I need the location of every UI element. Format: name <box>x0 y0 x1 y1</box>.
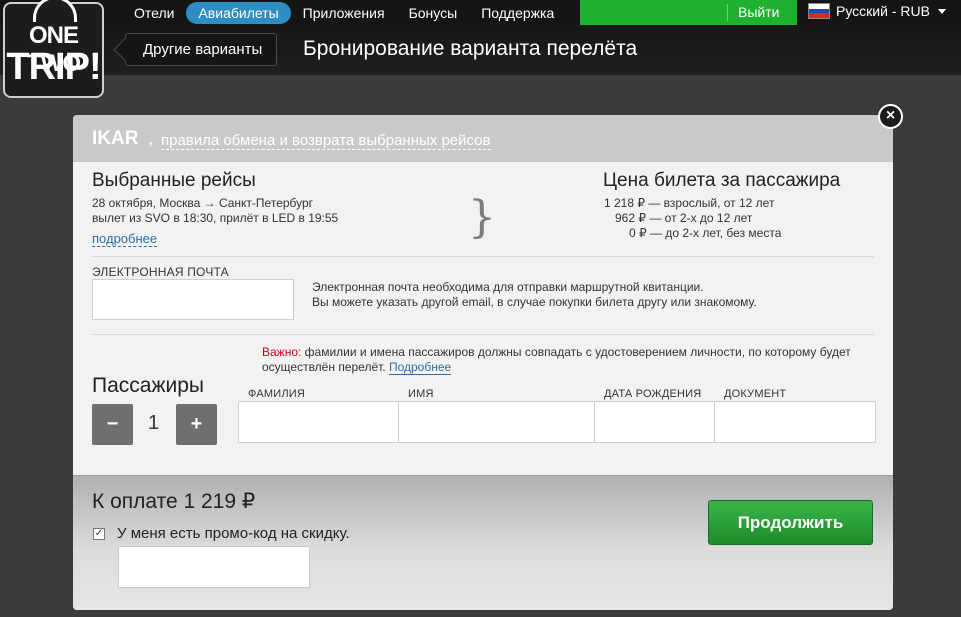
login-area: Выйти <box>580 0 797 25</box>
passengers-title: Пассажиры <box>92 374 205 397</box>
booking-modal: IKAR , правила обмена и возврата выбранн… <box>73 115 893 610</box>
logo-text-bottom: TRIP! <box>6 46 101 88</box>
email-field[interactable] <box>92 279 294 320</box>
column-surname: ФАМИЛИЯ <box>248 388 305 400</box>
passenger-count: 1 <box>148 412 160 434</box>
nav-hotels[interactable]: Отели <box>122 2 186 24</box>
column-document: ДОКУМЕНТ <box>724 388 787 400</box>
brace-icon: } <box>468 192 496 243</box>
promo-code-input[interactable] <box>118 546 310 588</box>
russia-flag-icon <box>808 3 830 19</box>
page-header: Другие варианты Бронирование варианта пе… <box>0 25 961 75</box>
first-name-field[interactable] <box>398 401 595 443</box>
main-nav: Отели Авиабилеты Приложения Бонусы Подде… <box>122 0 566 25</box>
flight-times: вылет из SVO в 18:30, прилёт в LED в 19:… <box>92 211 339 225</box>
column-name: ИМЯ <box>408 388 434 400</box>
decrease-passengers-button[interactable]: − <box>92 404 133 445</box>
chevron-down-icon <box>937 8 946 14</box>
email-note-line1: Электронная почта необходима для отправк… <box>312 280 704 294</box>
language-label: Русский - RUB <box>836 3 930 19</box>
nav-flights[interactable]: Авиабилеты <box>186 1 291 24</box>
logout-link[interactable]: Выйти <box>738 4 779 20</box>
nav-bonuses[interactable]: Бонусы <box>397 2 470 24</box>
page-title: Бронирование варианта перелёта <box>303 37 638 60</box>
flight-details-link[interactable]: подробнее <box>92 231 158 247</box>
carrier-name: IKAR <box>92 128 139 149</box>
divider <box>92 334 874 335</box>
language-selector[interactable]: Русский - RUB <box>808 3 946 19</box>
birthdate-field[interactable] <box>594 401 715 443</box>
payment-footer: К оплате 1 219 ₽ ✓ У меня есть промо-код… <box>73 475 893 610</box>
total-amount: К оплате 1 219 ₽ <box>92 490 256 513</box>
exchange-rules-link[interactable]: правила обмена и возврата выбранных рейс… <box>161 132 491 150</box>
logo-arc-icon <box>33 0 77 22</box>
email-note-line2: Вы можете указать другой email, в случае… <box>312 295 757 309</box>
flight-more-wrap: подробнее <box>92 231 158 247</box>
price-row-infant: 0 ₽ — до 2-х лет, без места <box>629 226 782 240</box>
flight-route: 28 октября, Москва → Санкт-Петербург <box>92 196 314 210</box>
other-options-button[interactable]: Другие варианты <box>125 33 278 66</box>
carrier-comma: , <box>148 128 154 149</box>
important-note: Важно: фамилии и имена пассажиров должны… <box>262 345 872 375</box>
promo-label[interactable]: У меня есть промо-код на скидку. <box>117 525 350 542</box>
onetwotrip-logo[interactable]: ONE TWO TRIP! <box>3 0 104 98</box>
price-row-child: 962 ₽ — от 2-х до 12 лет <box>615 211 753 225</box>
important-text: фамилии и имена пассажиров должны совпад… <box>262 345 851 374</box>
ticket-price-title: Цена билета за пассажира <box>603 170 841 191</box>
document-field[interactable] <box>714 401 876 443</box>
surname-field[interactable] <box>238 401 399 443</box>
modal-header: IKAR , правила обмена и возврата выбранн… <box>73 115 893 162</box>
nav-apps[interactable]: Приложения <box>291 2 397 24</box>
top-nav-bar: Отели Авиабилеты Приложения Бонусы Подде… <box>0 0 961 25</box>
continue-button[interactable]: Продолжить <box>708 500 873 545</box>
divider <box>92 256 874 257</box>
price-row-adult: 1 218 ₽ — взрослый, от 12 лет <box>604 196 775 210</box>
promo-checkbox[interactable]: ✓ <box>93 528 105 540</box>
close-icon[interactable]: × <box>878 104 903 129</box>
nav-support[interactable]: Поддержка <box>469 2 566 24</box>
important-label: Важно: <box>262 345 302 359</box>
passenger-details-link[interactable]: Подробнее <box>388 360 452 375</box>
increase-passengers-button[interactable]: + <box>176 404 217 445</box>
column-birthdate: ДАТА РОЖДЕНИЯ <box>604 388 702 400</box>
login-separator <box>727 4 728 21</box>
selected-flights-title: Выбранные рейсы <box>92 170 256 191</box>
email-label: ЭЛЕКТРОННАЯ ПОЧТА <box>92 265 229 279</box>
